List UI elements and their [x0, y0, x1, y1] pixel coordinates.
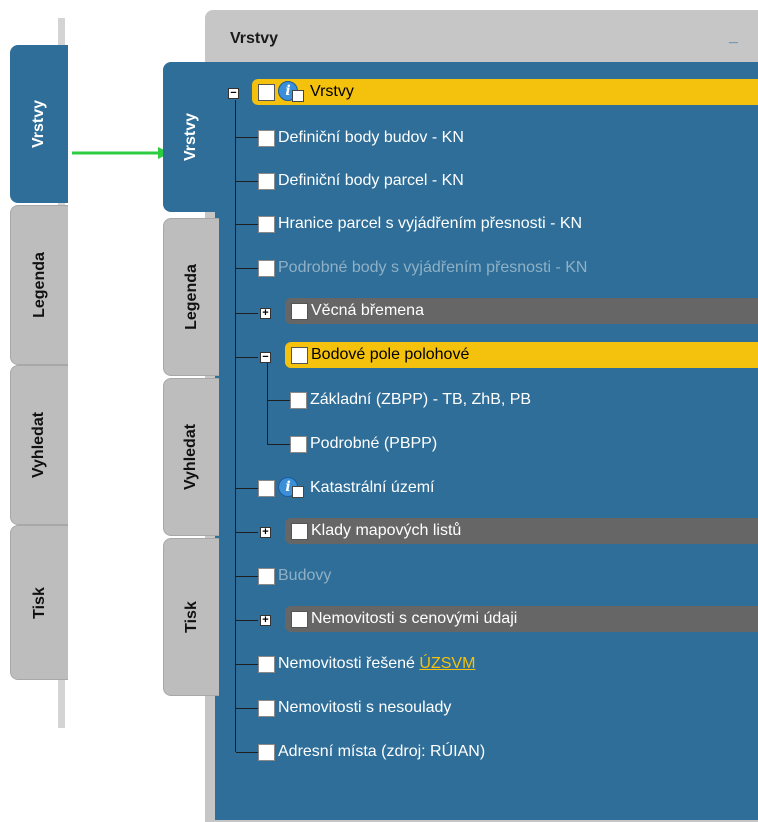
tab-label: Legenda — [30, 252, 48, 318]
expand-toggle[interactable]: + — [260, 527, 271, 538]
layer-label: Bodové pole polohové — [311, 346, 470, 363]
tab-legenda[interactable]: Legenda — [10, 205, 68, 365]
checkbox[interactable] — [291, 302, 308, 320]
tab-legenda-panel[interactable]: Legenda — [163, 218, 219, 376]
tab-tisk[interactable]: Tisk — [10, 525, 68, 680]
layer-label: Podrobné body s vyjádřením přesnosti - K… — [278, 259, 588, 276]
layer-row[interactable]: Nemovitosti řešené ÚZSVM — [258, 651, 475, 677]
layer-label: Nemovitosti s cenovými údaji — [311, 610, 518, 627]
layer-label: Základní (ZBPP) - TB, ZhB, PB — [310, 391, 532, 408]
layer-row[interactable]: Hranice parcel s vyjádřením přesnosti - … — [258, 211, 582, 237]
panel-title: Vrstvy — [230, 30, 279, 47]
checkbox[interactable] — [258, 83, 275, 101]
tab-label: Tisk — [182, 601, 200, 633]
layer-row[interactable]: i Katastrální území — [258, 475, 435, 501]
layer-label: Nemovitosti s nesoulady — [278, 699, 452, 716]
layer-row[interactable]: Adresní místa (zdroj: RÚIAN) — [258, 739, 485, 765]
checkbox[interactable] — [291, 610, 308, 628]
info-icon[interactable]: i — [278, 81, 306, 103]
expand-toggle[interactable]: + — [260, 308, 271, 319]
group-row[interactable]: Nemovitosti s cenovými údaji — [285, 606, 758, 632]
tab-vrstvy-panel[interactable]: Vrstvy — [163, 62, 219, 212]
collapse-toggle[interactable]: − — [260, 352, 271, 363]
uzsvm-link[interactable]: ÚZSVM — [419, 655, 475, 673]
layer-label: Vrstvy — [310, 83, 354, 100]
tab-vyhledat-panel[interactable]: Vyhledat — [163, 378, 219, 536]
layer-label: Katastrální území — [310, 479, 435, 496]
checkbox[interactable] — [291, 522, 308, 540]
checkbox[interactable] — [258, 743, 275, 761]
tree-root-row[interactable]: i Vrstvy — [252, 79, 758, 105]
layer-row[interactable]: Podrobné body s vyjádřením přesnosti - K… — [258, 255, 587, 281]
minimize-button[interactable]: _ — [729, 28, 738, 46]
checkbox[interactable] — [290, 391, 307, 409]
info-icon[interactable]: i — [278, 477, 306, 499]
checkbox[interactable] — [258, 655, 275, 673]
expand-toggle[interactable]: + — [260, 615, 271, 626]
arrow-right-icon — [72, 147, 170, 159]
checkbox[interactable] — [258, 172, 275, 190]
checkbox[interactable] — [290, 435, 307, 453]
layer-row[interactable]: Definiční body budov - KN — [258, 125, 464, 151]
layer-label: Adresní místa (zdroj: RÚIAN) — [278, 743, 486, 760]
tab-label: Vrstvy — [181, 112, 199, 162]
group-row[interactable]: Klady mapových listů — [285, 518, 758, 544]
layer-label: Hranice parcel s vyjádřením přesnosti - … — [278, 215, 583, 232]
checkbox[interactable] — [258, 567, 275, 585]
tab-label: Legenda — [182, 264, 200, 330]
group-row[interactable]: Bodové pole polohové — [285, 342, 758, 368]
layer-label: Definiční body parcel - KN — [278, 172, 464, 189]
collapse-toggle[interactable]: − — [228, 88, 239, 99]
layer-label: Podrobné (PBPP) — [310, 435, 438, 452]
checkbox[interactable] — [258, 699, 275, 717]
tab-vrstvy[interactable]: Vrstvy — [10, 45, 68, 203]
layer-row[interactable]: Budovy — [258, 563, 331, 589]
layer-row[interactable]: Nemovitosti s nesoulady — [258, 695, 451, 721]
checkbox[interactable] — [258, 129, 275, 147]
checkbox[interactable] — [258, 259, 275, 277]
group-row[interactable]: Věcná břemena — [285, 298, 758, 324]
layer-label: Klady mapových listů — [311, 522, 462, 539]
layer-row[interactable]: Podrobné (PBPP) — [290, 431, 437, 457]
layer-label: Věcná břemena — [311, 302, 424, 319]
layer-label: Nemovitosti řešené — [278, 655, 420, 672]
tree-connector — [235, 100, 236, 752]
tab-label: Vyhledat — [182, 423, 200, 491]
layer-row[interactable]: Základní (ZBPP) - TB, ZhB, PB — [290, 387, 531, 413]
tab-label: Tisk — [30, 586, 48, 619]
checkbox[interactable] — [258, 479, 275, 497]
checkbox[interactable] — [258, 215, 275, 233]
tab-vyhledat[interactable]: Vyhledat — [10, 365, 68, 525]
tab-tisk-panel[interactable]: Tisk — [163, 538, 219, 696]
tab-label: Vrstvy — [29, 99, 47, 149]
layer-row[interactable]: Definiční body parcel - KN — [258, 168, 464, 194]
checkbox[interactable] — [291, 346, 308, 364]
layer-label: Definiční body budov - KN — [278, 129, 464, 146]
layer-label: Budovy — [278, 567, 332, 584]
tree-connector — [267, 362, 268, 445]
tab-label: Vyhledat — [30, 411, 48, 479]
